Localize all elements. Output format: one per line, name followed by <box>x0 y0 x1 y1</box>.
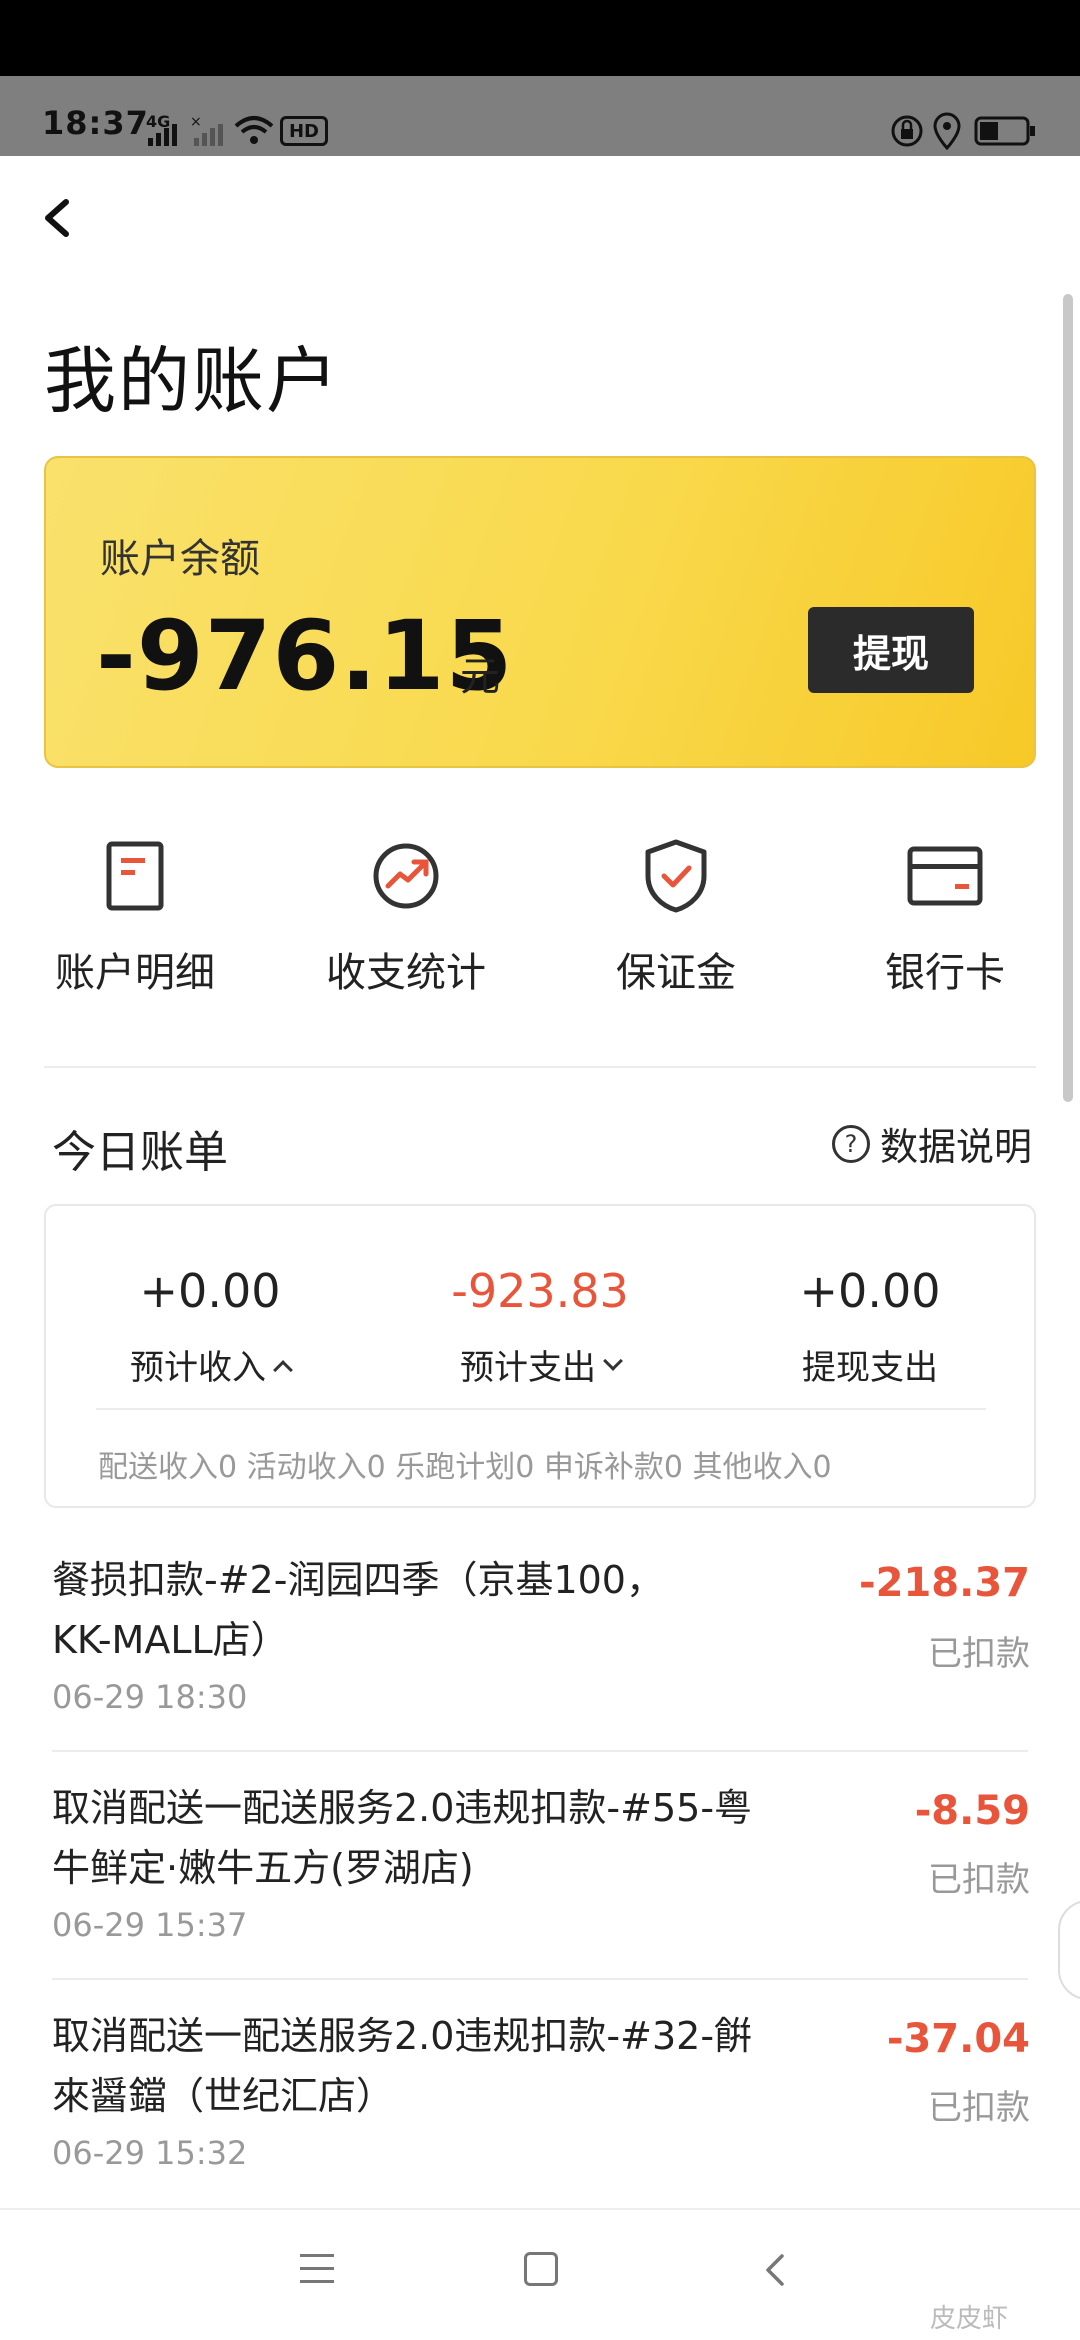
svg-text:×: × <box>190 116 202 130</box>
quick-action-label: 账户明细 <box>55 950 215 996</box>
income-breakdown: 配送收入0 活动收入0 乐跑计划0 申诉补款0 其他收入0 <box>98 1450 832 1485</box>
transaction-row[interactable]: 取消配送一配送服务2.0违规扣款-#55-粤 牛鲜定·嫩牛五方(罗湖店) 06-… <box>52 1778 792 1944</box>
battery-icon <box>974 116 1035 146</box>
summary-value: -923.83 <box>451 1264 629 1318</box>
transaction-status: 已扣款 <box>928 1634 1030 1674</box>
transaction-time: 06-29 18:30 <box>52 1678 248 1716</box>
withdraw-button[interactable]: 提现 <box>808 607 974 693</box>
home-icon[interactable] <box>524 2252 558 2286</box>
summary-expected-expense[interactable]: -923.83 预计支出 <box>390 1264 690 1389</box>
balance-label: 账户余额 <box>100 536 260 582</box>
today-bill-title: 今日账单 <box>52 1127 228 1178</box>
nav-back-icon[interactable] <box>756 2250 796 2290</box>
lock-rotation-icon <box>891 115 923 147</box>
stats-icon <box>368 838 444 914</box>
transaction-title-line: 牛鲜定·嫩牛五方(罗湖店) <box>52 1846 474 1890</box>
summary-value: +0.00 <box>799 1264 941 1318</box>
summary-withdraw-expense: +0.00 提现支出 <box>720 1264 1020 1389</box>
back-button[interactable] <box>30 186 86 250</box>
section-divider <box>44 1066 1036 1068</box>
transaction-title-line: 取消配送一配送服务2.0违规扣款-#55-粤 <box>52 1786 753 1830</box>
floating-ball[interactable] <box>1058 1900 1080 2000</box>
summary-label: 预计支出 <box>460 1348 596 1388</box>
status-time: 18:37 <box>42 104 149 142</box>
signal-no-sim-icon: × <box>190 116 223 146</box>
summary-expected-income[interactable]: +0.00 预计收入 <box>60 1264 360 1389</box>
transaction-title-line: 來醤鐺（世纪汇店） <box>52 2074 395 2118</box>
document-icon <box>97 838 173 914</box>
transaction-amount: -37.04 <box>886 2016 1030 2062</box>
hd-badge: HD <box>280 116 328 146</box>
quick-action-label: 收支统计 <box>326 950 486 996</box>
balance-unit: 元 <box>460 654 500 700</box>
card-icon <box>907 838 983 914</box>
transaction-status: 已扣款 <box>928 1860 1030 1900</box>
page-title: 我的账户 <box>44 339 341 423</box>
transaction-status: 已扣款 <box>928 2088 1030 2128</box>
transaction-row[interactable]: 餐损扣款-#2-润园四季（京基100， KK-MALL店） 06-29 18:3… <box>52 1550 772 1716</box>
location-icon <box>933 112 961 150</box>
transaction-row[interactable]: 取消配送一配送服务2.0违规扣款-#32-餠 來醤鐺（世纪汇店） 06-29 1… <box>52 2006 792 2172</box>
quick-action-stats[interactable]: 收支统计 <box>291 838 521 1008</box>
chevron-up-icon <box>273 1359 293 1380</box>
transaction-time: 06-29 15:37 <box>52 1906 248 1944</box>
summary-divider <box>96 1408 986 1410</box>
transaction-amount: -8.59 <box>914 1788 1030 1834</box>
quick-action-label: 保证金 <box>616 950 736 996</box>
transaction-title-line: 取消配送一配送服务2.0违规扣款-#32-餠 <box>52 2014 753 2058</box>
shield-icon <box>638 838 714 914</box>
watermark-text: 皮皮虾 <box>930 2304 1009 2334</box>
menu-icon[interactable] <box>300 2254 334 2284</box>
summary-label: 预计收入 <box>130 1348 266 1388</box>
balance-amount: -976.15 <box>96 600 514 712</box>
summary-label: 提现支出 <box>802 1348 938 1388</box>
scrollbar[interactable] <box>1063 294 1073 1102</box>
quick-action-label: 银行卡 <box>885 950 1005 996</box>
summary-value: +0.00 <box>139 1264 281 1318</box>
transaction-amount: -218.37 <box>859 1560 1030 1606</box>
transaction-title-line: 餐损扣款-#2-润园四季（京基100， <box>52 1558 664 1602</box>
signal-icon <box>148 124 177 146</box>
top-black-band <box>0 0 1080 76</box>
question-icon: ? <box>832 1124 870 1163</box>
transaction-divider <box>52 1978 1028 1980</box>
transaction-divider <box>52 1750 1028 1752</box>
wifi-icon <box>234 116 274 144</box>
transaction-time: 06-29 15:32 <box>52 2134 248 2172</box>
quick-action-deposit[interactable]: 保证金 <box>561 838 791 1008</box>
chevron-left-icon <box>45 199 69 237</box>
data-explain-label: 数据说明 <box>880 1125 1033 1169</box>
quick-action-account-detail[interactable]: 账户明细 <box>20 838 250 1008</box>
data-explain-link[interactable]: ? 数据说明 <box>832 1116 1032 1171</box>
transaction-title-line: KK-MALL店） <box>52 1618 289 1662</box>
quick-action-bank-card[interactable]: 银行卡 <box>830 838 1060 1008</box>
chevron-down-icon <box>603 1350 623 1371</box>
